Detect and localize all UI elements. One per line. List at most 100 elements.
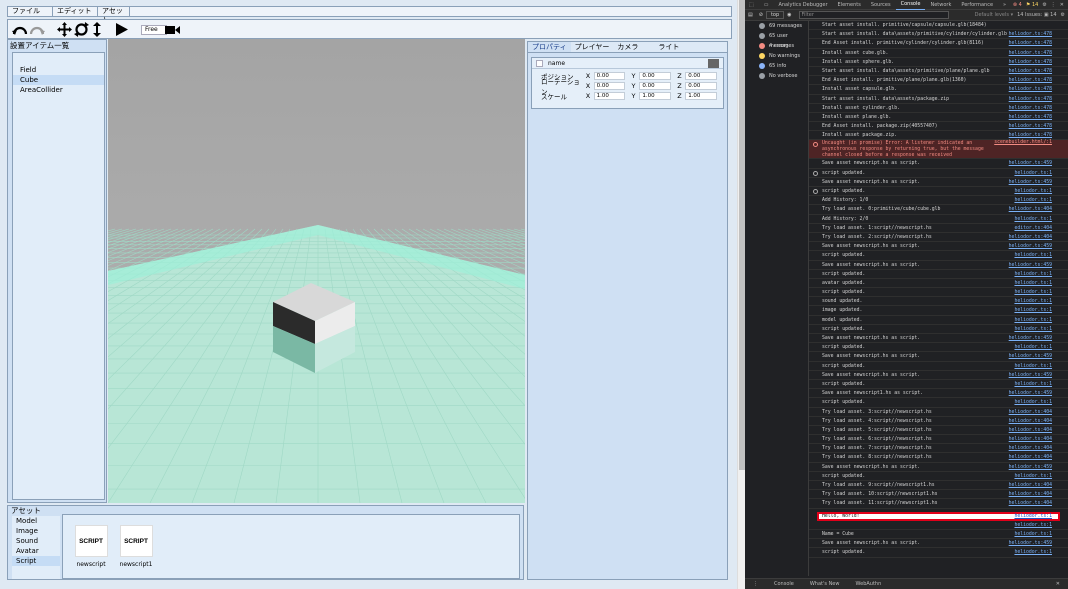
log-source-link[interactable]: heliodor.ts:1 [1014, 398, 1052, 407]
log-source-link[interactable]: heliodor.ts:478 [1009, 122, 1052, 131]
asset-tile[interactable]: SCRIPT newscript1 [117, 525, 155, 568]
console-filter-item[interactable]: 65 info [745, 61, 808, 71]
log-source-link[interactable]: heliodor.ts:478 [1009, 39, 1052, 48]
rotation-y-input[interactable]: 0.00 [639, 82, 672, 90]
log-source-link[interactable]: heliodor.ts:1 [1014, 270, 1052, 279]
position-z-input[interactable]: 0.00 [685, 72, 717, 80]
log-source-link[interactable]: heliodor.ts:478 [1009, 95, 1052, 104]
tab-console[interactable]: Console [895, 0, 926, 10]
log-source-link[interactable]: heliodor.ts:404 [1009, 453, 1052, 462]
log-source-link[interactable]: heliodor.ts:478 [1009, 104, 1052, 113]
filter-input[interactable]: Filter [798, 11, 949, 19]
menu-file[interactable]: ファイル [8, 7, 53, 16]
log-source-link[interactable]: heliodor.ts:1 [1014, 512, 1052, 521]
tab-properties[interactable]: プロパティ [528, 42, 571, 52]
eye-icon[interactable]: ◉ [784, 12, 794, 18]
log-source-link[interactable]: heliodor.ts:404 [1009, 499, 1052, 508]
log-source-link[interactable]: heliodor.ts:478 [1009, 30, 1052, 39]
log-source-link[interactable]: heliodor.ts:1 [1014, 251, 1052, 260]
console-filter-item[interactable]: No verbose [745, 71, 808, 81]
settings-icon[interactable]: ⚙ [1042, 2, 1046, 8]
drawer-menu-icon[interactable]: ⋮ [745, 581, 766, 587]
log-source-link[interactable]: heliodor.ts:404 [1009, 426, 1052, 435]
tab-light[interactable]: ライト [654, 42, 683, 52]
log-source-link[interactable]: heliodor.ts:459 [1009, 539, 1052, 548]
log-source-link[interactable]: editor.ts:404 [1014, 224, 1052, 233]
log-source-link[interactable]: heliodor.ts:1 [1014, 530, 1052, 539]
log-source-link[interactable]: heliodor.ts:404 [1009, 435, 1052, 444]
tab-network[interactable]: Network [925, 0, 956, 10]
log-source-link[interactable]: heliodor.ts:1 [1014, 279, 1052, 288]
3d-viewport[interactable] [108, 39, 525, 503]
log-source-link[interactable]: heliodor.ts:459 [1009, 242, 1052, 251]
tab-camera[interactable]: カメラ [613, 42, 642, 52]
list-item-areacollider[interactable]: AreaCollider [13, 85, 104, 95]
log-source-link[interactable]: heliodor.ts:478 [1009, 58, 1052, 67]
undo-button[interactable] [11, 21, 28, 38]
log-source-link[interactable]: heliodor.ts:459 [1009, 334, 1052, 343]
inspect-icon[interactable]: ⬚ [745, 0, 759, 10]
tab-analytics[interactable]: Analytics Debugger [773, 0, 832, 10]
log-source-link[interactable]: heliodor.ts:404 [1009, 408, 1052, 417]
log-source-link[interactable]: heliodor.ts:1 [1014, 297, 1052, 306]
camera-button[interactable] [164, 21, 181, 38]
log-source-link[interactable]: heliodor.ts:404 [1009, 481, 1052, 490]
console-filter-item[interactable]: No warnings [745, 51, 808, 61]
log-source-link[interactable]: heliodor.ts:404 [1009, 417, 1052, 426]
log-source-link[interactable]: heliodor.ts:478 [1009, 76, 1052, 85]
drawer-tab-whatsnew[interactable]: What's New [802, 581, 848, 587]
log-source-link[interactable]: heliodor.ts:1 [1014, 187, 1052, 196]
category-image[interactable]: Image [12, 526, 60, 536]
move-tool-button[interactable] [56, 21, 73, 38]
scale-x-input[interactable]: 1.00 [593, 92, 626, 100]
log-source-link[interactable]: heliodor.ts:459 [1009, 178, 1052, 187]
log-source-link[interactable]: heliodor.ts:1 [1014, 521, 1052, 530]
log-source-link[interactable]: heliodor.ts:1 [1014, 548, 1052, 557]
drawer-tab-console[interactable]: Console [766, 581, 802, 587]
device-icon[interactable]: ▭ [759, 0, 774, 10]
log-source-link[interactable]: heliodor.ts:1 [1014, 362, 1052, 371]
context-select[interactable]: top [765, 11, 785, 19]
log-source-link[interactable]: heliodor.ts:1 [1014, 343, 1052, 352]
category-avatar[interactable]: Avatar [12, 546, 60, 556]
log-source-link[interactable]: heliodor.ts:1 [1014, 380, 1052, 389]
rotation-x-input[interactable]: 0.00 [593, 82, 626, 90]
log-source-link[interactable]: heliodor.ts:404 [1009, 444, 1052, 453]
category-model[interactable]: Model [12, 516, 60, 526]
log-source-link[interactable]: heliodor.ts:1 [1014, 472, 1052, 481]
log-source-link[interactable]: heliodor.ts:478 [1009, 85, 1052, 94]
asset-tile[interactable]: SCRIPT newscript [72, 525, 110, 568]
log-source-link[interactable]: heliodor.ts:1 [1014, 196, 1052, 205]
log-source-link[interactable]: heliodor.ts:1 [1014, 169, 1052, 178]
console-filter-item[interactable]: 69 messages [745, 21, 808, 31]
play-button[interactable] [114, 21, 129, 38]
menu-edit[interactable]: エディット [53, 7, 98, 16]
tab-elements[interactable]: Elements [833, 0, 866, 10]
category-script[interactable]: Script [12, 556, 60, 566]
log-source-link[interactable]: heliodor.ts:459 [1009, 371, 1052, 380]
log-source-link[interactable]: scenebuilder.html/:1 [994, 140, 1052, 146]
console-settings-icon[interactable]: ⚙ [1061, 12, 1068, 18]
log-source-link[interactable]: heliodor.ts:1 [1014, 325, 1052, 334]
drawer-close-icon[interactable]: ✕ [1048, 581, 1068, 587]
log-source-link[interactable]: heliodor.ts:1 [1014, 306, 1052, 315]
console-filter-item[interactable]: 4 errors [745, 41, 808, 51]
scale-y-input[interactable]: 1.00 [639, 92, 672, 100]
scale-z-input[interactable]: 1.00 [685, 92, 717, 100]
log-source-link[interactable]: heliodor.ts:1 [1014, 288, 1052, 297]
log-source-link[interactable]: heliodor.ts:404 [1009, 233, 1052, 242]
list-item-field[interactable]: Field [13, 65, 104, 75]
log-source-link[interactable]: heliodor.ts:459 [1009, 463, 1052, 472]
visible-checkbox[interactable] [536, 59, 543, 67]
position-x-input[interactable]: 0.00 [593, 72, 626, 80]
scale-tool-button[interactable] [90, 21, 104, 38]
position-y-input[interactable]: 0.00 [639, 72, 672, 80]
rotate-tool-button[interactable] [73, 21, 90, 38]
log-source-link[interactable]: heliodor.ts:459 [1009, 389, 1052, 398]
log-source-link[interactable]: heliodor.ts:1 [1014, 215, 1052, 224]
close-icon[interactable]: ✕ [1060, 2, 1064, 8]
log-source-link[interactable]: heliodor.ts:1 [1014, 316, 1052, 325]
category-sound[interactable]: Sound [12, 536, 60, 546]
tab-sources[interactable]: Sources [866, 0, 896, 10]
log-source-link[interactable]: heliodor.ts:478 [1009, 49, 1052, 58]
